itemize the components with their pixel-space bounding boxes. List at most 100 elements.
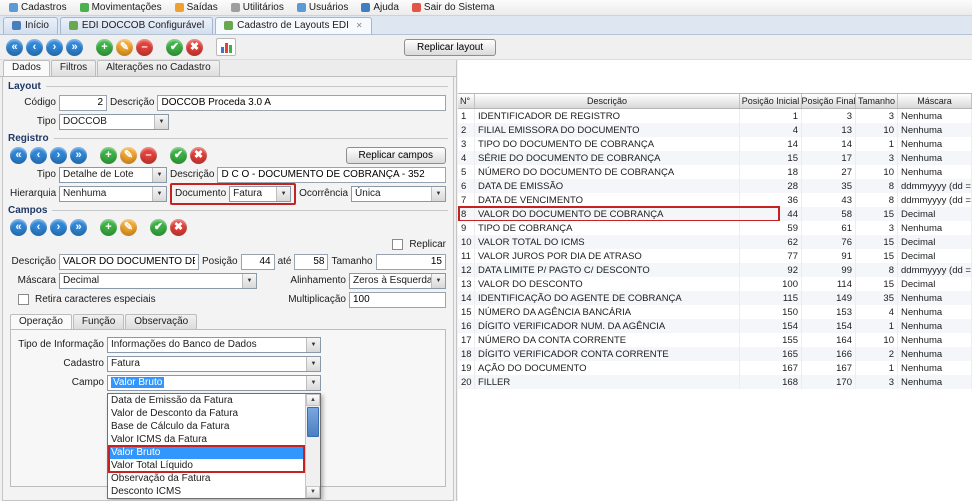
dropdown-option-desconto-icms[interactable]: Desconto ICMS	[108, 485, 305, 498]
dropdown-option-valor-total-liquido[interactable]: Valor Total Líquido	[108, 459, 305, 472]
column-header-tamanho[interactable]: Tamanho	[856, 94, 898, 108]
confirm-button[interactable]: ✔	[170, 147, 187, 164]
table-row[interactable]: 14IDENTIFICAÇÃO DO AGENTE DE COBRANÇA115…	[458, 291, 972, 305]
dropdown-option-observacao-da-fatura[interactable]: Observação da Fatura	[108, 472, 305, 485]
previous-button[interactable]: ‹	[26, 39, 43, 56]
dropdown-option-base-de-calculo-da-fatura[interactable]: Base de Cálculo da Fatura	[108, 420, 305, 433]
mascara-combo[interactable]: Decimal ▼	[59, 273, 257, 289]
operacao-tab-funcao[interactable]: Função	[73, 314, 124, 329]
tab-inicio[interactable]: Início	[3, 17, 58, 34]
table-row[interactable]: 16DÍGITO VERIFICADOR NUM. DA AGÊNCIA1541…	[458, 319, 972, 333]
table-row[interactable]: 11VALOR JUROS POR DIA DE ATRASO779115Dec…	[458, 249, 972, 263]
delete-button[interactable]: –	[136, 39, 153, 56]
edit-button[interactable]: ✎	[120, 219, 137, 236]
cadastro-combo[interactable]: Fatura ▼	[107, 356, 321, 372]
column-header-descricao[interactable]: Descrição	[475, 94, 740, 108]
dropdown-option-valor-icms-da-fatura[interactable]: Valor ICMS da Fatura	[108, 433, 305, 446]
scroll-track[interactable]	[306, 438, 320, 486]
alinhamento-combo[interactable]: Zeros à Esquerda ▼	[349, 273, 446, 289]
menu-item-cadastros[interactable]: Cadastros	[3, 1, 73, 14]
table-row[interactable]: 13VALOR DO DESCONTO10011415Decimal	[458, 277, 972, 291]
hierarquia-combo[interactable]: Nenhuma ▼	[59, 186, 167, 202]
table-row[interactable]: 7DATA DE VENCIMENTO36438ddmmyyyy (dd =	[458, 193, 972, 207]
column-header-n[interactable]: N°	[458, 94, 475, 108]
registro-descricao-input[interactable]	[217, 167, 446, 183]
dropdown-option-valor-bruto[interactable]: Valor Bruto	[108, 446, 305, 459]
menu-item-usuarios[interactable]: Usuários	[291, 1, 354, 14]
table-row[interactable]: 17NÚMERO DA CONTA CORRENTE15516410Nenhum…	[458, 333, 972, 347]
first-button[interactable]: «	[6, 39, 23, 56]
column-header-posicao-final[interactable]: Posição Final	[802, 94, 856, 108]
first-button[interactable]: «	[10, 147, 27, 164]
section-tab-dados[interactable]: Dados	[3, 60, 50, 76]
next-button[interactable]: ›	[50, 147, 67, 164]
table-row[interactable]: 9TIPO DE COBRANÇA59613Nenhuma	[458, 221, 972, 235]
scroll-down-icon[interactable]: ▼	[306, 486, 320, 498]
operacao-tab-observacao[interactable]: Observação	[125, 314, 197, 329]
section-tab-alteracoes-no-cadastro[interactable]: Alterações no Cadastro	[97, 60, 220, 76]
menu-item-movimentacoes[interactable]: Movimentações	[74, 1, 168, 14]
chart-button[interactable]	[216, 38, 236, 56]
layout-tipo-combo[interactable]: DOCCOB ▼	[59, 114, 169, 130]
add-button[interactable]: +	[100, 219, 117, 236]
table-row[interactable]: 8VALOR DO DOCUMENTO DE COBRANÇA445815Dec…	[458, 207, 972, 221]
close-icon[interactable]: ✕	[356, 22, 363, 30]
table-row[interactable]: 5NÚMERO DO DOCUMENTO DE COBRANÇA182710Ne…	[458, 165, 972, 179]
edit-button[interactable]: ✎	[120, 147, 137, 164]
last-button[interactable]: »	[70, 219, 87, 236]
table-row[interactable]: 18DÍGITO VERIFICADOR CONTA CORRENTE16516…	[458, 347, 972, 361]
table-row[interactable]: 6DATA DE EMISSÃO28358ddmmyyyy (dd =	[458, 179, 972, 193]
replicar-campos-button[interactable]: Replicar campos	[346, 147, 446, 164]
posicao-final-input[interactable]	[294, 254, 328, 270]
dropdown-option-valor-de-desconto-da-fatura[interactable]: Valor de Desconto da Fatura	[108, 407, 305, 420]
retira-caracteres-checkbox[interactable]	[18, 294, 29, 305]
scroll-up-icon[interactable]: ▲	[306, 394, 320, 406]
tipo-informacao-combo[interactable]: Informações do Banco de Dados ▼	[107, 337, 321, 353]
scroll-thumb[interactable]	[307, 407, 319, 437]
layout-descricao-input[interactable]	[157, 95, 446, 111]
campo-descricao-input[interactable]	[59, 254, 199, 270]
menu-item-sair-do-sistema[interactable]: Sair do Sistema	[406, 1, 501, 14]
menu-item-saidas[interactable]: Saídas	[169, 1, 224, 14]
add-button[interactable]: +	[96, 39, 113, 56]
cancel-button[interactable]: ✖	[186, 39, 203, 56]
table-row[interactable]: 2FILIAL EMISSORA DO DOCUMENTO41310Nenhum…	[458, 123, 972, 137]
confirm-button[interactable]: ✔	[150, 219, 167, 236]
table-row[interactable]: 3TIPO DO DOCUMENTO DE COBRANÇA14141Nenhu…	[458, 137, 972, 151]
posicao-inicial-input[interactable]	[241, 254, 275, 270]
table-row[interactable]: 4SÉRIE DO DOCUMENTO DE COBRANÇA15173Nenh…	[458, 151, 972, 165]
tab-edi-doccob-configuravel[interactable]: EDI DOCCOB Configurável	[60, 17, 213, 34]
column-header-posicao-inicial[interactable]: Posição Inicial	[740, 94, 802, 108]
tab-cadastro-de-layouts-edi[interactable]: Cadastro de Layouts EDI✕	[215, 17, 371, 34]
edit-button[interactable]: ✎	[116, 39, 133, 56]
tamanho-input[interactable]	[376, 254, 446, 270]
registro-tipo-combo[interactable]: Detalhe de Lote ▼	[59, 167, 167, 183]
multiplicacao-input[interactable]	[349, 292, 446, 308]
section-tab-filtros[interactable]: Filtros	[51, 60, 96, 76]
table-row[interactable]: 1IDENTIFICADOR DE REGISTRO133Nenhuma	[458, 109, 972, 123]
table-row[interactable]: 15NÚMERO DA AGÊNCIA BANCÁRIA1501534Nenhu…	[458, 305, 972, 319]
previous-button[interactable]: ‹	[30, 147, 47, 164]
menu-item-ajuda[interactable]: Ajuda	[355, 1, 405, 14]
dropdown-option-data-de-emissao-da-fatura[interactable]: Data de Emissão da Fatura	[108, 394, 305, 407]
delete-button[interactable]: –	[140, 147, 157, 164]
table-row[interactable]: 12DATA LIMITE P/ PAGTO C/ DESCONTO92998d…	[458, 263, 972, 277]
documento-combo[interactable]: Fatura ▼	[229, 186, 291, 202]
add-button[interactable]: +	[100, 147, 117, 164]
replicar-layout-button[interactable]: Replicar layout	[404, 39, 496, 56]
dropdown-scrollbar[interactable]: ▲ ▼	[305, 394, 320, 498]
next-button[interactable]: ›	[46, 39, 63, 56]
ocorrencia-combo[interactable]: Única ▼	[351, 186, 446, 202]
table-row[interactable]: 10VALOR TOTAL DO ICMS627615Decimal	[458, 235, 972, 249]
column-header-mascara[interactable]: Máscara	[898, 94, 972, 108]
confirm-button[interactable]: ✔	[166, 39, 183, 56]
next-button[interactable]: ›	[50, 219, 67, 236]
menu-item-utilitarios[interactable]: Utilitários	[225, 1, 290, 14]
cancel-button[interactable]: ✖	[190, 147, 207, 164]
table-row[interactable]: 19AÇÃO DO DOCUMENTO1671671Nenhuma	[458, 361, 972, 375]
cancel-button[interactable]: ✖	[170, 219, 187, 236]
last-button[interactable]: »	[70, 147, 87, 164]
codigo-input[interactable]	[59, 95, 107, 111]
table-row[interactable]: 20FILLER1681703Nenhuma	[458, 375, 972, 389]
replicar-checkbox[interactable]	[392, 239, 403, 250]
